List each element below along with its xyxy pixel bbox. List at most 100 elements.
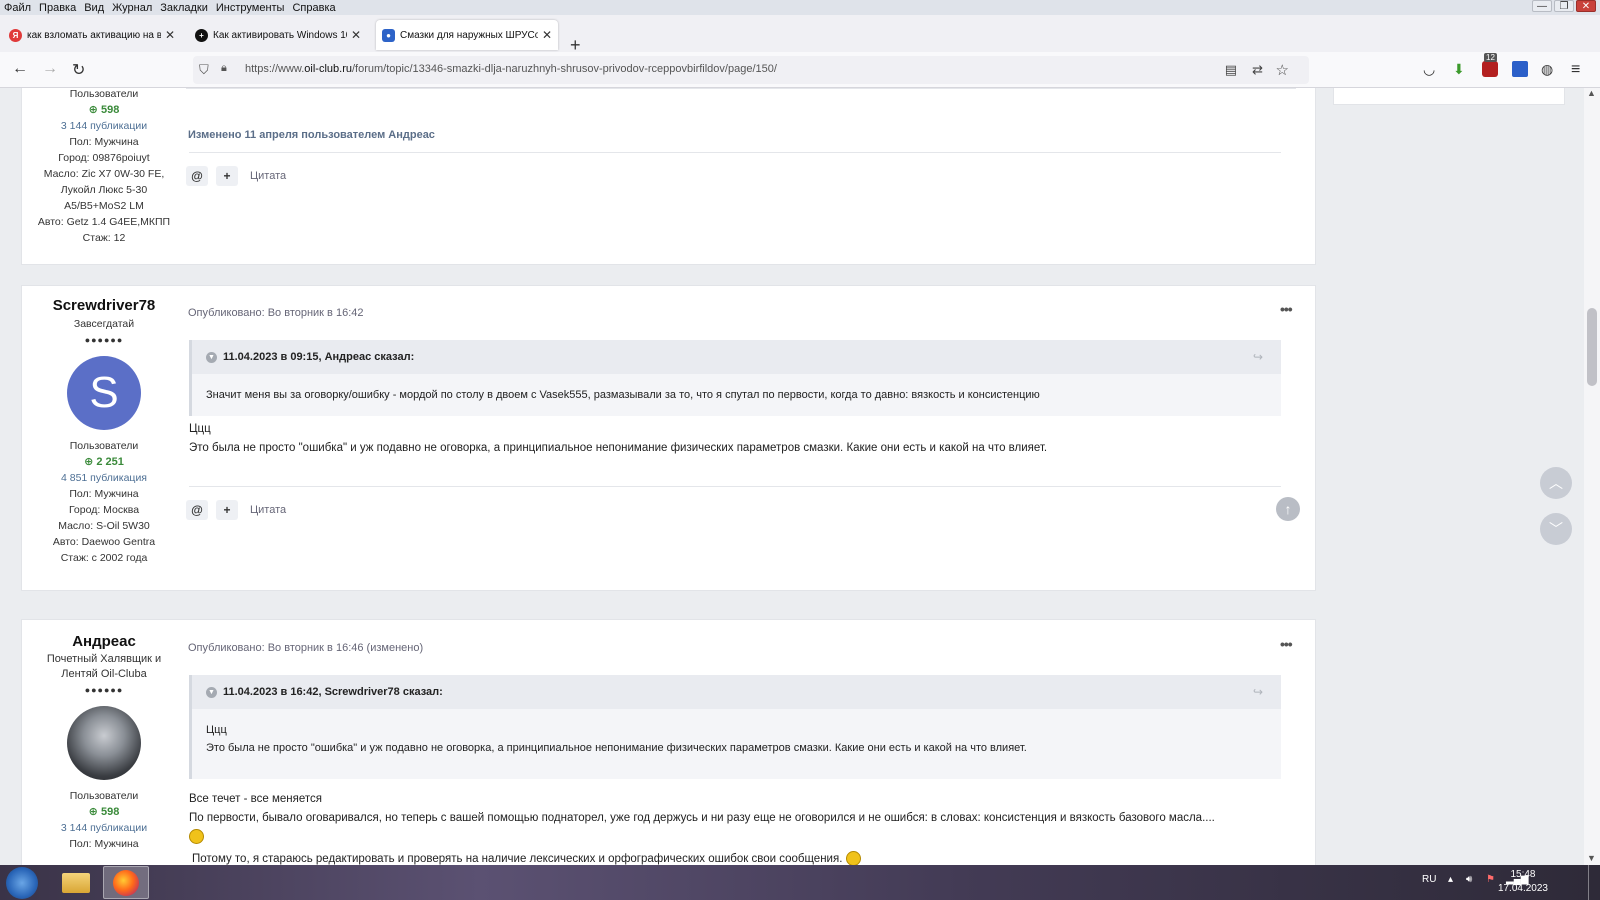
- post-meta[interactable]: Опубликовано: Во вторник в 16:46 (измене…: [188, 642, 423, 654]
- maximize-icon[interactable]: ❐: [1554, 0, 1574, 12]
- show-desktop-button[interactable]: [1588, 865, 1600, 900]
- close-tab-icon[interactable]: ✕: [542, 28, 552, 42]
- post-line: Ццц: [189, 423, 211, 435]
- clock-time: 15:48: [1510, 869, 1536, 880]
- bookmark-star-icon[interactable]: ☆: [1276, 61, 1289, 79]
- author-panel: Screwdriver78 Завсегдатай ●●●●●● S Польз…: [22, 298, 186, 566]
- plus-circle-icon: ⊕: [88, 806, 101, 818]
- tab-yandex-search[interactable]: Я как взломать активацию на ви ✕: [3, 20, 181, 50]
- post-count[interactable]: 3 144 публикации: [22, 820, 186, 836]
- post-options-icon[interactable]: •••: [1280, 636, 1293, 652]
- mention-button[interactable]: @: [186, 500, 208, 520]
- menu-history[interactable]: Журнал: [108, 2, 156, 14]
- menu-help[interactable]: Справка: [288, 2, 339, 14]
- download-icon[interactable]: ⬇: [1453, 61, 1465, 78]
- author-panel: Андреас Почетный Халявщик и Лентяй Oil-C…: [22, 634, 186, 852]
- ublock-icon[interactable]: 12: [1482, 53, 1498, 77]
- menu-bookmarks[interactable]: Закладки: [156, 2, 212, 14]
- quote-button[interactable]: Цитата: [250, 170, 286, 182]
- quote-link-icon[interactable]: ↪: [1253, 350, 1263, 364]
- plus-circle-icon: ⊕: [84, 456, 97, 468]
- author-info-city: Город: Москва: [68, 504, 140, 516]
- author-panel: Пользователи ⊕ 598 3 144 публикации Пол:…: [22, 88, 186, 246]
- quote-button[interactable]: Цитата: [250, 504, 286, 516]
- reputation-value: 598: [100, 806, 120, 818]
- multiquote-button[interactable]: +: [216, 500, 238, 520]
- author-group: Пользователи: [69, 88, 139, 100]
- language-indicator[interactable]: RU: [1422, 874, 1436, 885]
- quote-line: Ццц: [206, 724, 227, 736]
- quote-block: ▼ 11.04.2023 в 16:42, Screwdriver78 сказ…: [189, 675, 1281, 779]
- mention-button[interactable]: @: [186, 166, 208, 186]
- post-line-text: Потому то, я стараюсь редактировать и пр…: [192, 853, 843, 865]
- rank-dots: ●●●●●●: [84, 685, 124, 695]
- post-separator: [189, 486, 1281, 487]
- scrollbar-up-arrow-icon[interactable]: ▲: [1587, 88, 1596, 98]
- sidebar-widget: [1333, 88, 1565, 105]
- quote-citation: 11.04.2023 в 16:42, Screwdriver78 сказал…: [223, 686, 443, 698]
- tab-activate-windows[interactable]: + Как активировать Windows 10 ✕: [189, 20, 367, 50]
- close-tab-icon[interactable]: ✕: [165, 28, 175, 42]
- translator-addon-icon[interactable]: [1512, 61, 1528, 77]
- back-icon[interactable]: ←: [12, 60, 28, 78]
- quote-collapse-icon[interactable]: ▼: [206, 686, 217, 698]
- post-meta[interactable]: Опубликовано: Во вторник в 16:42: [188, 307, 363, 319]
- volume-icon[interactable]: 🔊︎: [1466, 874, 1472, 885]
- firefox-taskbar-icon[interactable]: [103, 866, 149, 899]
- windows-start-icon[interactable]: [6, 867, 38, 899]
- translate-icon[interactable]: ⇄: [1252, 62, 1263, 78]
- action-center-flag-icon[interactable]: ⚑: [1486, 874, 1495, 885]
- multiquote-button[interactable]: +: [216, 166, 238, 186]
- url-text[interactable]: https://www.oil-club.ru/forum/topic/1334…: [245, 63, 777, 75]
- lock-icon[interactable]: 🔒︎: [221, 62, 227, 75]
- avatar[interactable]: [22, 706, 186, 780]
- scrollbar-down-arrow-icon[interactable]: ▼: [1587, 853, 1596, 863]
- post-count[interactable]: 3 144 публикации: [22, 118, 186, 134]
- tab-title: Смазки для наружных ШРУСов: [400, 29, 538, 41]
- plus-circle-icon: ⊕: [88, 104, 101, 116]
- close-window-icon[interactable]: ✕: [1576, 0, 1596, 12]
- menu-tools[interactable]: Инструменты: [212, 2, 289, 14]
- forward-icon[interactable]: →: [42, 60, 58, 78]
- author-name[interactable]: Screwdriver78: [22, 298, 186, 314]
- scrollbar-thumb[interactable]: [1587, 308, 1597, 386]
- post-body: Ццц Это была не просто "ошибка" и уж под…: [189, 420, 1047, 458]
- author-group: Пользователи: [69, 440, 139, 452]
- tab-oil-club[interactable]: ● Смазки для наружных ШРУСов ✕: [376, 20, 558, 50]
- explorer-taskbar-icon[interactable]: [53, 866, 99, 899]
- close-tab-icon[interactable]: ✕: [351, 28, 361, 42]
- shield-icon[interactable]: ⛉: [199, 62, 209, 78]
- tray-arrow-icon[interactable]: ▴: [1448, 874, 1453, 885]
- post-previous-content-edge: [186, 88, 1296, 89]
- hamburger-menu-icon[interactable]: ≡: [1571, 61, 1580, 79]
- post-count[interactable]: 4 851 публикация: [22, 470, 186, 486]
- vpn-globe-icon[interactable]: ◍: [1541, 61, 1553, 78]
- reputation-points: ⊕ 598: [22, 102, 186, 118]
- scroll-down-icon[interactable]: ﹀: [1540, 513, 1572, 545]
- url-bar[interactable]: ⛉ 🔒︎ https://www.oil-club.ru/forum/topic…: [193, 56, 1309, 84]
- post-options-icon[interactable]: •••: [1280, 301, 1293, 317]
- menu-file[interactable]: Файл: [0, 2, 35, 14]
- avatar[interactable]: S: [22, 356, 186, 430]
- taskbar: RU ▴ 🔊︎ ⚑ ▂▄▆ 15:48 17.04.2023: [0, 865, 1600, 900]
- post-actions: @ + Цитата: [186, 500, 286, 520]
- menu-view[interactable]: Вид: [80, 2, 108, 14]
- system-clock[interactable]: 15:48 17.04.2023: [1498, 868, 1548, 896]
- quote-collapse-icon[interactable]: ▼: [206, 351, 217, 363]
- reputation-value: 598: [100, 104, 120, 116]
- post-body: Все течет - все меняется По первости, бы…: [189, 790, 1215, 865]
- quote-body: Значит меня вы за оговорку/ошибку - морд…: [206, 389, 1040, 401]
- reader-view-icon[interactable]: ▤: [1225, 62, 1237, 78]
- reload-icon[interactable]: ↻: [72, 60, 85, 80]
- url-domain: oil-club.ru: [304, 63, 352, 75]
- quote-link-icon[interactable]: ↪: [1253, 685, 1263, 699]
- quote-body: Ццц Это была не просто "ошибка" и уж под…: [192, 709, 1281, 779]
- menu-edit[interactable]: Правка: [35, 2, 80, 14]
- scroll-up-icon[interactable]: ︿: [1540, 467, 1572, 499]
- minimize-icon[interactable]: —: [1532, 0, 1552, 12]
- author-info-gender: Пол: Мужчина: [69, 488, 139, 500]
- vertical-scrollbar[interactable]: ▲ ▼: [1584, 88, 1600, 865]
- scroll-to-top-icon[interactable]: ↑: [1276, 497, 1300, 521]
- pocket-icon[interactable]: ◡: [1423, 61, 1435, 78]
- author-name[interactable]: Андреас: [22, 634, 186, 650]
